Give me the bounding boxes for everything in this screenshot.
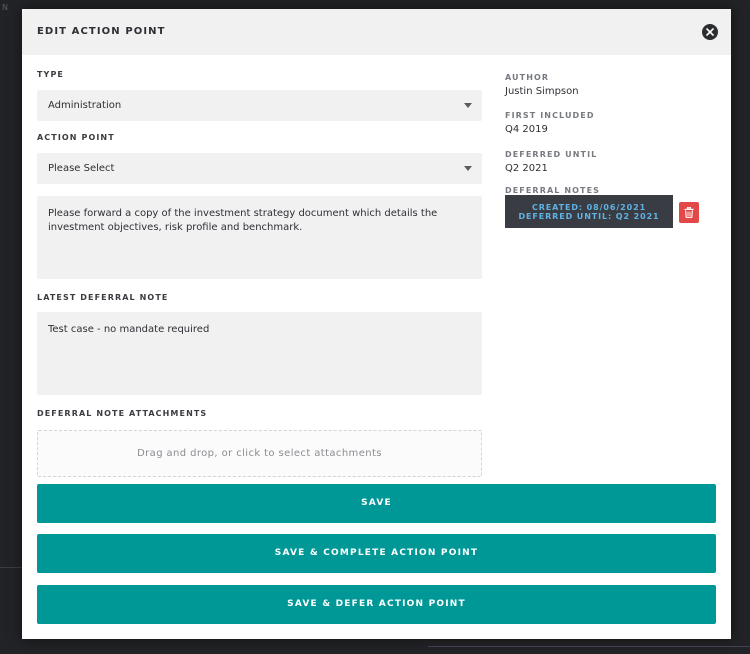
chevron-down-icon: [464, 166, 472, 171]
chevron-down-icon: [464, 103, 472, 108]
trash-icon: [684, 207, 694, 218]
action-point-label: ACTION POINT: [37, 133, 115, 142]
delete-deferral-note-button[interactable]: [679, 202, 699, 223]
close-icon: [706, 28, 714, 36]
first-included-value: Q4 2019: [505, 124, 548, 135]
author-value: Justin Simpson: [505, 86, 579, 97]
save-defer-button[interactable]: SAVE & DEFER ACTION POINT: [37, 585, 716, 624]
type-select-value: Administration: [48, 100, 122, 111]
action-point-description[interactable]: Please forward a copy of the investment …: [37, 196, 482, 279]
first-included-label: FIRST INCLUDED: [505, 111, 595, 120]
modal-title: EDIT ACTION POINT: [37, 26, 166, 37]
deferred-until-value: Q2 2021: [505, 163, 548, 174]
type-select[interactable]: Administration: [37, 90, 482, 121]
action-point-select-value: Please Select: [48, 163, 115, 174]
modal-header: EDIT ACTION POINT: [22, 9, 731, 55]
attachments-dropzone[interactable]: Drag and drop, or click to select attach…: [37, 430, 482, 477]
background-divider-accent: [428, 646, 750, 647]
deferred-until-label: DEFERRED UNTIL: [505, 150, 598, 159]
type-label: TYPE: [37, 70, 64, 79]
deferral-notes-label: DEFERRAL NOTES: [505, 186, 601, 195]
attachments-label: DEFERRAL NOTE ATTACHMENTS: [37, 409, 208, 418]
save-button[interactable]: SAVE: [37, 484, 716, 523]
author-label: AUTHOR: [505, 73, 550, 82]
save-complete-button[interactable]: SAVE & COMPLETE ACTION POINT: [37, 534, 716, 573]
background-text: N: [2, 3, 9, 12]
edit-action-point-modal: EDIT ACTION POINT TYPE Administration AC…: [22, 9, 731, 639]
background-divider: [0, 567, 22, 568]
action-point-select[interactable]: Please Select: [37, 153, 482, 184]
deferral-note-created: CREATED: 08/06/2021: [531, 203, 647, 212]
close-button[interactable]: [702, 24, 718, 40]
latest-deferral-note-label: LATEST DEFERRAL NOTE: [37, 293, 169, 302]
latest-deferral-note-input[interactable]: Test case - no mandate required: [37, 312, 482, 395]
deferral-note-item[interactable]: CREATED: 08/06/2021 DEFERRED UNTIL: Q2 2…: [505, 195, 673, 228]
deferral-note-deferred-until: DEFERRED UNTIL: Q2 2021: [518, 212, 660, 221]
